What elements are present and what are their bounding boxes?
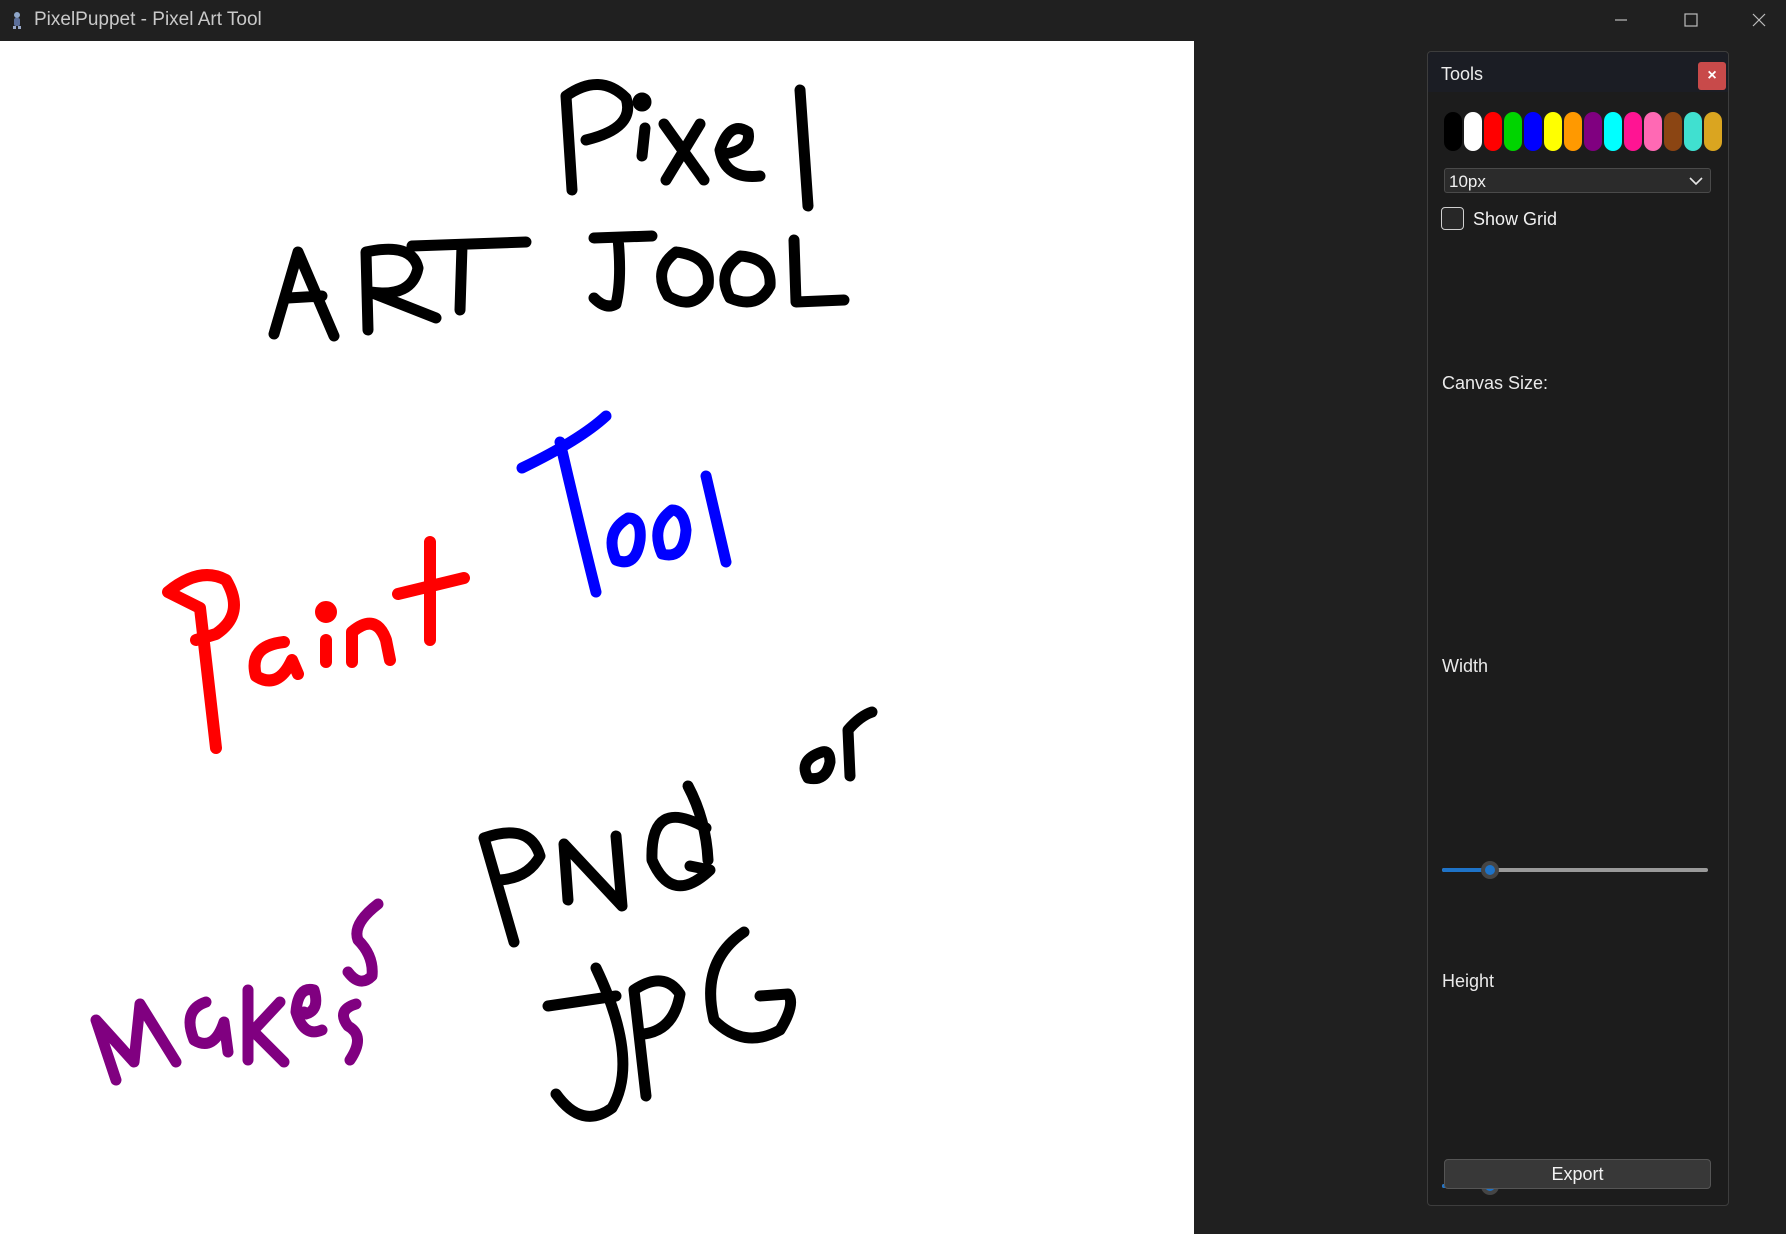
color-swatch[interactable] <box>1624 112 1642 151</box>
color-swatch[interactable] <box>1664 112 1682 151</box>
color-swatch[interactable] <box>1704 112 1722 151</box>
color-swatch[interactable] <box>1484 112 1502 151</box>
close-icon: × <box>1707 67 1717 84</box>
color-swatch[interactable] <box>1504 112 1522 151</box>
color-swatch[interactable] <box>1524 112 1542 151</box>
close-panel-button[interactable]: × <box>1698 62 1726 90</box>
tools-panel-title: Tools <box>1441 64 1484 84</box>
color-swatch[interactable] <box>1544 112 1562 151</box>
drawing-makes-word <box>90 898 384 1086</box>
color-swatch[interactable] <box>1464 112 1482 151</box>
color-swatch[interactable] <box>1644 112 1662 151</box>
maximize-button[interactable] <box>1656 0 1726 41</box>
drawing-art-tool-words <box>268 230 850 342</box>
color-swatch[interactable] <box>1584 112 1602 151</box>
tools-panel-header[interactable]: Tools × <box>1428 52 1728 92</box>
color-swatch[interactable] <box>1564 112 1582 151</box>
color-swatch[interactable] <box>1684 112 1702 151</box>
show-grid-label: Show Grid <box>1473 209 1558 229</box>
show-grid-toggle[interactable]: Show Grid <box>1441 207 1641 233</box>
export-button[interactable]: Export <box>1444 1159 1711 1189</box>
close-icon <box>1752 13 1766 27</box>
drawing-canvas[interactable] <box>0 41 1194 1234</box>
brush-size-value: 10px <box>1449 172 1486 191</box>
minimize-button[interactable] <box>1586 0 1656 41</box>
title-bar: PixelPuppet - Pixel Art Tool <box>0 0 1786 41</box>
color-swatch[interactable] <box>1444 112 1462 151</box>
color-palette <box>1444 112 1727 151</box>
tools-panel: Tools × 10px Show Grid Canvas Size: Widt… <box>1427 51 1729 1206</box>
drawing-tool-word <box>516 410 732 598</box>
color-swatch[interactable] <box>1604 112 1622 151</box>
canvas-size-label: Canvas Size: <box>1442 373 1549 393</box>
drawing-jpg-word <box>542 926 797 1122</box>
drawing-paint-word <box>162 536 470 754</box>
window-title: PixelPuppet - Pixel Art Tool <box>34 9 262 30</box>
close-window-button[interactable] <box>1724 0 1786 41</box>
height-label: Height <box>1442 971 1495 991</box>
drawing-pixel-word <box>560 79 814 212</box>
canvas-artwork <box>90 79 878 1122</box>
show-grid-checkbox[interactable] <box>1441 207 1464 230</box>
width-slider[interactable] <box>1442 860 1708 880</box>
minimize-icon <box>1615 19 1627 21</box>
app-icon <box>13 12 21 29</box>
drawing-png-word <box>478 780 716 948</box>
width-label: Width <box>1442 656 1489 676</box>
drawing-or-word <box>799 706 878 785</box>
maximize-icon <box>1684 13 1698 27</box>
width-slider-thumb[interactable] <box>1481 861 1499 879</box>
brush-size-dropdown[interactable]: 10px <box>1444 168 1711 193</box>
chevron-down-icon <box>1689 177 1703 186</box>
